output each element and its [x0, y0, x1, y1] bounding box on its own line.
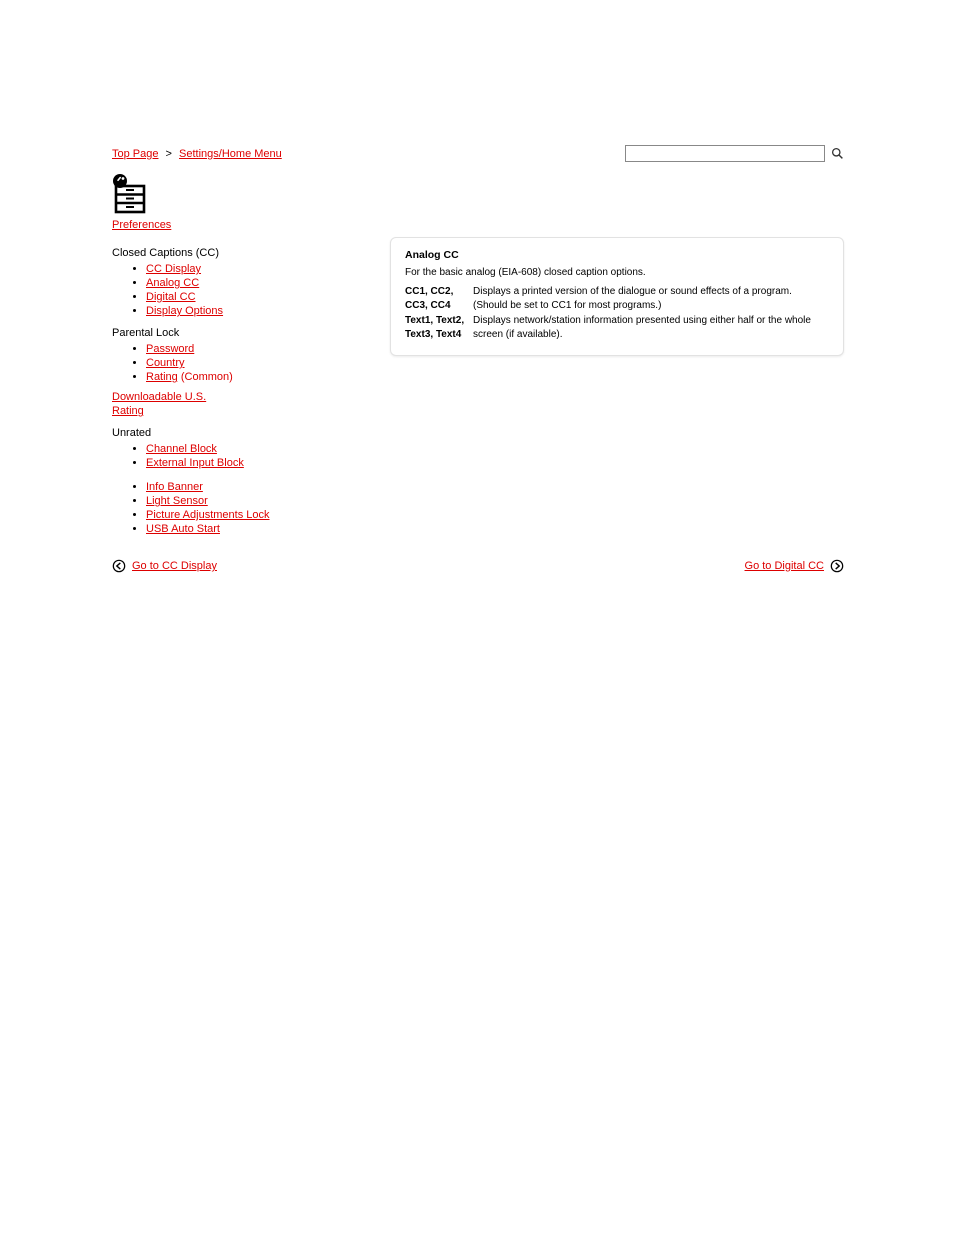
card-row2-desc: Displays network/station information pre… [473, 314, 829, 343]
nav-picture-adj-lock[interactable]: Picture Adjustments Lock [146, 509, 270, 521]
breadcrumb-section[interactable]: Settings/Home Menu [179, 148, 282, 160]
search-container [625, 145, 844, 162]
arrow-right-icon [830, 559, 844, 573]
arrow-left-icon [112, 559, 126, 573]
nav-usb-auto-start[interactable]: USB Auto Start [146, 523, 220, 535]
preferences-link[interactable]: Preferences [112, 219, 844, 231]
content-card: Analog CC For the basic analog (EIA-608)… [390, 237, 844, 356]
nav-downloadable-rating[interactable]: Rating [112, 405, 362, 417]
breadcrumb: Top Page > Settings/Home Menu [112, 148, 282, 160]
breadcrumb-sep: > [166, 148, 172, 160]
nav-cc-display[interactable]: CC Display [146, 263, 201, 275]
nav-rating-suffix: (Common) [181, 371, 233, 383]
card-row1-desc: Displays a printed version of the dialog… [473, 285, 829, 314]
nav-rating[interactable]: Rating [146, 371, 178, 383]
preferences-icon-block: Preferences [112, 174, 844, 231]
pager: Go to CC Display Go to Digital CC [112, 559, 844, 573]
nav-external-input-block[interactable]: External Input Block [146, 457, 244, 469]
card-row2-term: Text1, Text2, Text3, Text4 [405, 314, 465, 343]
card-row1-term: CC1, CC2, CC3, CC4 [405, 285, 465, 314]
nav-downloadable-us[interactable]: Downloadable U.S. [112, 391, 362, 403]
preferences-icon [112, 174, 148, 217]
nav-display-options[interactable]: Display Options [146, 305, 223, 317]
nav-group-closed-captions: Closed Captions (CC) [112, 247, 362, 259]
nav-country[interactable]: Country [146, 357, 185, 369]
card-title: Analog CC [405, 248, 829, 263]
nav-light-sensor[interactable]: Light Sensor [146, 495, 208, 507]
nav-digital-cc[interactable]: Digital CC [146, 291, 196, 303]
breadcrumb-top[interactable]: Top Page [112, 148, 158, 160]
nav-group-unrated: Unrated [112, 427, 362, 439]
nav-info-banner[interactable]: Info Banner [146, 481, 203, 493]
nav-channel-block[interactable]: Channel Block [146, 443, 217, 455]
pager-next[interactable]: Go to Digital CC [745, 560, 824, 572]
nav-password[interactable]: Password [146, 343, 194, 355]
search-icon[interactable] [831, 147, 844, 160]
sidebar-nav: Closed Captions (CC) CC Display Analog C… [112, 237, 362, 543]
nav-group-parental-lock: Parental Lock [112, 327, 362, 339]
pager-prev[interactable]: Go to CC Display [132, 560, 217, 572]
card-subtitle: For the basic analog (EIA-608) closed ca… [405, 266, 829, 281]
nav-analog-cc[interactable]: Analog CC [146, 277, 199, 289]
search-input[interactable] [625, 145, 825, 162]
